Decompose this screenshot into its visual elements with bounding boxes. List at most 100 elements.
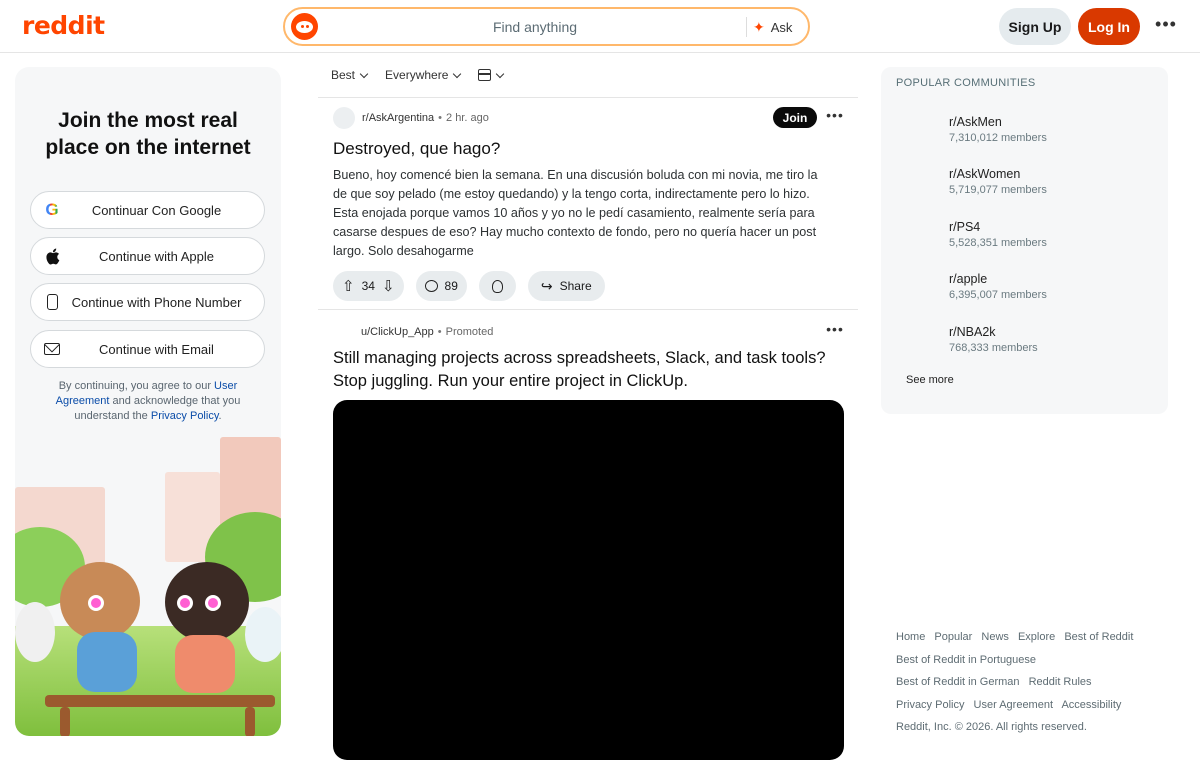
ask-button[interactable]: ✦ Ask bbox=[753, 16, 792, 38]
sign-up-button[interactable]: Sign Up bbox=[999, 8, 1071, 45]
footer-link-news[interactable]: News bbox=[981, 631, 1009, 643]
footer-link-best-german[interactable]: Best of Reddit in German bbox=[896, 676, 1020, 688]
sparkle-icon: ✦ bbox=[753, 18, 765, 35]
location-dropdown[interactable]: Everywhere bbox=[385, 68, 462, 82]
legal-disclaimer: By continuing, you agree to our User Agr… bbox=[45, 379, 251, 424]
join-button[interactable]: Join bbox=[773, 107, 817, 128]
post-body[interactable]: Bueno, hoy comencé bien la semana. En un… bbox=[333, 166, 833, 261]
login-title-line2: place on the internet bbox=[45, 136, 251, 159]
continue-with-apple-button[interactable]: Continue with Apple bbox=[30, 237, 265, 275]
continue-with-phone-button[interactable]: Continue with Phone Number bbox=[30, 283, 265, 321]
community-name: r/AskWomen bbox=[949, 167, 1021, 181]
apple-icon bbox=[43, 247, 61, 265]
ask-label: Ask bbox=[770, 19, 793, 35]
subreddit-link[interactable]: r/AskArgentina bbox=[362, 112, 434, 124]
community-members: 768,333 members bbox=[949, 342, 1038, 354]
community-item[interactable]: r/apple 6,395,007 members bbox=[949, 271, 1047, 303]
post-title[interactable]: Destroyed, que hago? bbox=[333, 137, 500, 160]
community-name: r/apple bbox=[949, 272, 988, 286]
community-members: 5,719,077 members bbox=[949, 184, 1047, 196]
award-button[interactable] bbox=[478, 271, 516, 301]
share-label: Share bbox=[559, 279, 592, 293]
footer-link-popular[interactable]: Popular bbox=[934, 631, 972, 643]
vote-count: 34 bbox=[361, 279, 375, 293]
see-more-button[interactable]: See more bbox=[906, 374, 954, 386]
upvote-icon[interactable]: ⇧ bbox=[342, 277, 355, 295]
advertiser-link[interactable]: u/ClickUp_App bbox=[361, 326, 434, 338]
footer-link-user-agreement[interactable]: User Agreement bbox=[974, 699, 1053, 711]
post-actions: ⇧ 34 ⇩ 89 ↪ Share bbox=[333, 271, 605, 301]
google-button-label: Continuar Con Google bbox=[91, 202, 222, 218]
community-name: r/NBA2k bbox=[949, 325, 996, 339]
chevron-down-icon bbox=[496, 69, 505, 78]
search-divider bbox=[746, 17, 747, 37]
chevron-down-icon bbox=[359, 69, 369, 78]
phone-icon bbox=[43, 293, 61, 311]
footer-link-best-of-reddit[interactable]: Best of Reddit bbox=[1064, 631, 1133, 643]
vote-control: ⇧ 34 ⇩ bbox=[333, 271, 404, 301]
footer-link-explore[interactable]: Explore bbox=[1018, 631, 1055, 643]
login-title-line1: Join the most real bbox=[58, 109, 238, 132]
feed-divider bbox=[318, 309, 858, 310]
legal-text: . bbox=[218, 410, 222, 422]
continue-with-google-button[interactable]: G Continuar Con Google bbox=[30, 191, 265, 229]
reddit-logo[interactable]: reddit bbox=[22, 11, 105, 40]
sort-dropdown[interactable]: Best bbox=[331, 68, 369, 82]
promoted-post-meta: u/ClickUp_App • Promoted bbox=[361, 321, 493, 343]
subreddit-avatar[interactable] bbox=[333, 107, 355, 129]
footer-link-home[interactable]: Home bbox=[896, 631, 925, 643]
sort-label: Best bbox=[331, 68, 356, 82]
share-icon: ↪ bbox=[540, 277, 553, 294]
chevron-down-icon bbox=[453, 69, 462, 78]
view-layout-dropdown[interactable] bbox=[478, 69, 505, 81]
post-more-icon[interactable]: ••• bbox=[825, 107, 845, 127]
share-button[interactable]: ↪ Share bbox=[527, 271, 605, 301]
community-item[interactable]: r/AskWomen 5,719,077 members bbox=[949, 166, 1047, 198]
meta-dot: • bbox=[438, 112, 443, 124]
mascot-illustration bbox=[15, 427, 281, 736]
privacy-policy-link[interactable]: Privacy Policy bbox=[151, 410, 219, 422]
footer-row: Home Popular News Explore Best of Reddit bbox=[896, 626, 1176, 649]
promoted-video[interactable] bbox=[333, 400, 844, 760]
community-item[interactable]: r/NBA2k 768,333 members bbox=[949, 324, 1038, 356]
award-icon bbox=[491, 279, 503, 293]
layout-icon bbox=[478, 69, 492, 81]
community-members: 7,310,012 members bbox=[949, 132, 1047, 144]
search-input[interactable] bbox=[325, 9, 745, 44]
legal-text: By continuing, you agree to our bbox=[58, 380, 215, 392]
popular-communities-panel: POPULAR COMMUNITIES r/AskMen 7,310,012 m… bbox=[881, 67, 1168, 414]
promoted-title[interactable]: Still managing projects across spreadshe… bbox=[333, 347, 853, 393]
promoted-more-icon[interactable]: ••• bbox=[825, 321, 845, 341]
reddit-snoo-icon bbox=[291, 13, 318, 40]
continue-with-email-button[interactable]: Continue with Email bbox=[30, 330, 265, 368]
community-item[interactable]: r/AskMen 7,310,012 members bbox=[949, 114, 1047, 146]
more-options-icon[interactable]: ••• bbox=[1154, 14, 1178, 38]
email-icon bbox=[43, 340, 61, 358]
post-meta: r/AskArgentina • 2 hr. ago bbox=[333, 107, 489, 129]
footer-links: Home Popular News Explore Best of Reddit… bbox=[896, 626, 1176, 739]
downvote-icon[interactable]: ⇩ bbox=[382, 277, 395, 295]
footer-row: Privacy Policy User Agreement Accessibil… bbox=[896, 694, 1176, 717]
footer-link-privacy-policy[interactable]: Privacy Policy bbox=[896, 699, 964, 711]
phone-button-label: Continue with Phone Number bbox=[71, 294, 242, 310]
login-panel-title: Join the most real place on the internet bbox=[15, 107, 281, 161]
comment-count: 89 bbox=[444, 279, 458, 293]
footer-link-accessibility[interactable]: Accessibility bbox=[1061, 699, 1121, 711]
footer-link-best-portuguese[interactable]: Best of Reddit in Portuguese bbox=[896, 654, 1036, 666]
feed-sort-bar: Best Everywhere bbox=[331, 64, 521, 86]
apple-button-label: Continue with Apple bbox=[99, 248, 214, 264]
promoted-label: Promoted bbox=[445, 326, 494, 338]
google-icon: G bbox=[45, 200, 59, 219]
post-time: 2 hr. ago bbox=[446, 112, 489, 124]
log-in-button[interactable]: Log In bbox=[1078, 8, 1140, 45]
community-members: 5,528,351 members bbox=[949, 237, 1047, 249]
comment-icon bbox=[424, 280, 438, 292]
community-item[interactable]: r/PS4 5,528,351 members bbox=[949, 219, 1047, 251]
community-members: 6,395,007 members bbox=[949, 289, 1047, 301]
footer-link-reddit-rules[interactable]: Reddit Rules bbox=[1029, 676, 1092, 688]
community-name: r/AskMen bbox=[949, 115, 1002, 129]
email-button-label: Continue with Email bbox=[99, 341, 214, 357]
top-header: reddit ✦ Ask Sign Up Log In ••• bbox=[0, 0, 1200, 53]
comments-button[interactable]: 89 bbox=[415, 271, 467, 301]
search-bar[interactable]: ✦ Ask bbox=[283, 7, 810, 46]
